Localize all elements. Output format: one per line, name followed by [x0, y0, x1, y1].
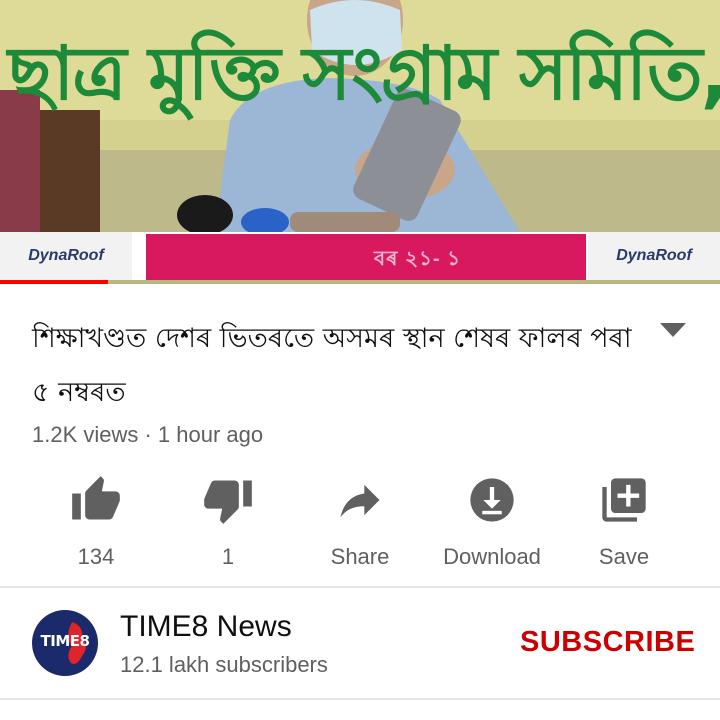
thumbs-up-icon — [72, 476, 120, 520]
share-icon — [340, 484, 380, 518]
download-label: Download — [443, 544, 541, 569]
subscribe-button[interactable]: SUBSCRIBE — [520, 626, 695, 659]
channel-name[interactable]: TIME8 News — [120, 610, 292, 644]
share-button[interactable]: Share — [294, 470, 426, 574]
save-label: Save — [598, 544, 650, 569]
divider — [0, 698, 720, 700]
share-label: Share — [330, 544, 390, 569]
download-icon — [470, 478, 514, 522]
action-row: 134 1 Share Download Save — [0, 470, 720, 574]
subscriber-count: 12.1 lakh subscribers — [120, 652, 328, 677]
sponsor-logo-left: DynaRoof — [0, 232, 132, 280]
like-count: 134 — [77, 544, 115, 569]
video-banner-text: ছাত্ৰ মুক্তি সংগ্ৰাম সমিতি, অসম — [8, 31, 720, 117]
video-meta: 1.2K views · 1 hour ago — [32, 422, 264, 447]
video-caption-strip: বৰ ২১- ১ — [146, 234, 586, 280]
save-button[interactable]: Save — [558, 470, 690, 574]
expand-description-icon[interactable] — [656, 318, 690, 342]
channel-avatar[interactable]: TIME8 — [32, 610, 98, 676]
divider — [0, 586, 720, 588]
dislike-count: 1 — [221, 544, 235, 569]
video-player[interactable]: ছাত্ৰ মুক্তি সংগ্ৰাম সমিতি, অসম DynaRoof… — [0, 0, 720, 284]
download-button[interactable]: Download — [426, 470, 558, 574]
progress-bar[interactable] — [0, 280, 720, 284]
dislike-button[interactable]: 1 — [162, 470, 294, 574]
add-to-playlist-icon — [602, 478, 646, 522]
avatar-text: TIME8 — [40, 632, 90, 650]
video-title[interactable]: শিক্ষাখণ্ডত দেশৰ ভিতৰতে অসমৰ স্থান শেষৰ … — [32, 312, 632, 420]
sponsor-logo-right: DynaRoof — [588, 232, 720, 280]
thumbs-down-icon — [204, 480, 252, 524]
sponsor-logo-text: DynaRoof — [28, 247, 104, 264]
sponsor-logo-text: DynaRoof — [616, 247, 692, 264]
like-button[interactable]: 134 — [30, 470, 162, 574]
caption-strip-text: বৰ ২১- ১ — [374, 248, 462, 270]
progress-bar-fill — [0, 280, 108, 284]
